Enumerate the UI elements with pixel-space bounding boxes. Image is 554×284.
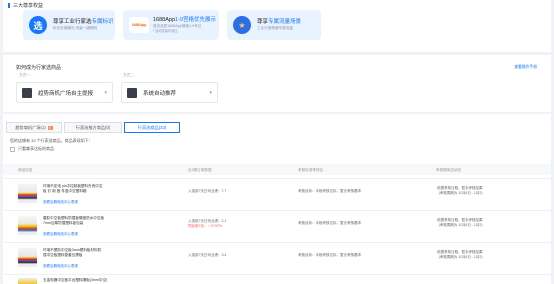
- method1-label: 方式一: [19, 73, 30, 77]
- summary-text: 您的店铺有 33 个行家选商品，商品表现如下：: [10, 138, 93, 143]
- method2-label: 方式二: [123, 73, 134, 77]
- order-metric: 入选前7天日均业绩：3.4: [188, 253, 227, 257]
- table-row: 五金电器中空板平台塑料隔板(3mm中空): [3, 274, 551, 284]
- title-bar-decoration: [8, 3, 10, 8]
- chevron-down-icon: ▾: [104, 90, 107, 96]
- tab-selected-products[interactable]: 行家选商品(33): [124, 122, 180, 133]
- right-2-note: * 活动流量可对比: [153, 29, 178, 34]
- criteria-text: 考核目标：半段考核达标，暂无考核要求: [298, 253, 361, 257]
- benefits-card: 三大尊享权益 选 尊享工业行家选专属标识 标识全域曝光 流量一键倾斜 1688A…: [3, 0, 551, 52]
- criteria-text: 考核目标：半段考核达标，暂无考核要求: [298, 221, 361, 225]
- col-status: 考核期商品状态: [436, 168, 462, 172]
- tab-trend-square[interactable]: 趋势商机广场(1) 新: [6, 122, 62, 133]
- product-thumbnail[interactable]: [18, 216, 37, 235]
- new-badge: 新: [47, 125, 53, 130]
- chevron-down-icon: ▾: [209, 90, 212, 96]
- table-row: 环境不定电 plc中控制板塑料外壳中空板 钉 制 固 件盒中空塑料箱 查看近期商…: [3, 178, 551, 208]
- criteria-text: 考核目标：半段考核达标，暂无考核要求: [298, 189, 361, 193]
- benefits-title-text: 三大尊享权益: [13, 3, 44, 9]
- product-name[interactable]: 环境不定电 plc中控制板塑料外壳中空板 钉 制 固 件盒中空塑料箱: [43, 184, 105, 194]
- product-detail-link[interactable]: 查看近期商品中心表现: [43, 200, 78, 205]
- table-header: [3, 164, 551, 175]
- growth-rate: 同比前7天：↑ 17.97%: [188, 224, 223, 229]
- col-criteria: 考核标准率排名: [298, 168, 324, 172]
- product-name[interactable]: 康胶中空板塑料防撞板硬度防水中空板 7mm加厚防撞塑料板包装: [43, 216, 105, 226]
- right-1-desc: 标识全域曝光 流量一键倾斜: [53, 26, 98, 31]
- product-detail-link[interactable]: 查看近期商品中心表现: [43, 232, 78, 237]
- table-row: 环境不塑胶中空板3mm塑料板材料防 撞中空板塑料整套瓦楞板 查看近期商品中心表现…: [3, 242, 551, 272]
- product-name[interactable]: 五金电器中空板平台塑料隔板(3mm中空): [43, 278, 163, 283]
- benefits-title: 三大尊享权益: [8, 2, 43, 9]
- how-to-title: 如何成为行家选商品: [16, 65, 62, 71]
- page: 三大尊享权益 选 尊享工业行家选专属标识 标识全域曝光 流量一键倾斜 1688A…: [0, 0, 554, 284]
- right-3-desc: 工业行家频道专属流量: [257, 26, 293, 31]
- checkbox-label: 只看尊享达标的商品: [18, 146, 54, 151]
- product-name[interactable]: 环境不塑胶中空板3mm塑料板材料防 撞中空板塑料整套瓦楞板: [43, 248, 105, 258]
- product-thumbnail[interactable]: [18, 184, 37, 203]
- right-card-2: 1688App 1688App1-9宫格优先展示 首页品质1688App搜索1-…: [123, 10, 219, 40]
- col-product-info: 商品信息: [18, 168, 33, 172]
- method2-dropdown[interactable]: 系统自动推荐 ▾: [121, 82, 218, 103]
- method1-dropdown[interactable]: 趋势商机广场自主提报 ▾: [16, 82, 113, 103]
- checkbox[interactable]: [10, 146, 15, 152]
- right-2-title: 1688App1-9宫格优先展示: [153, 16, 216, 23]
- col-order-data: 近8周订单数据: [188, 168, 212, 172]
- table-row: 康胶中空板塑料防撞板硬度防水中空板 7mm加厚防撞塑料板包装 查看近期商品中心表…: [3, 210, 551, 240]
- product-thumbnail[interactable]: [18, 278, 37, 284]
- status-cell: 依据考核日期，暂无考核结果 (考核周期为 11月6日 - 1月2): [437, 250, 483, 260]
- method2-value: 系统自动推荐: [143, 90, 177, 97]
- only-qualified-filter[interactable]: 只看尊享达标的商品: [10, 146, 54, 152]
- order-metric: 入选前7天日均业绩：2.1 同比前7天：↑ 17.97%: [188, 219, 227, 229]
- right-card-3: ★ 尊享专属流量场景 工业行家频道专属流量: [227, 10, 321, 40]
- product-tabs: 趋势商机广场(1) 新 行家选推方商品(0) 行家选商品(33): [6, 122, 182, 133]
- store-icon: [22, 87, 32, 98]
- status-cell: 依据考核日期，暂无考核结果 (考核周期为 11月6日 - 1月2): [437, 218, 483, 228]
- order-metric: 入选前7天日均业绩：7.7: [188, 189, 227, 193]
- auto-recommend-icon: [127, 87, 137, 98]
- xuan-badge-icon: 选: [29, 16, 47, 34]
- tab-recommend-products[interactable]: 行家选推方商品(0): [64, 122, 122, 133]
- app-phone-icon: 1688App: [129, 17, 149, 33]
- status-cell: 依据考核日期，暂无考核结果 (考核周期为 11月6日 - 1月2): [437, 186, 483, 196]
- method1-value: 趋势商机广场自主提报: [38, 90, 94, 97]
- right-card-1: 选 尊享工业行家选专属标识 标识全域曝光 流量一键倾斜: [23, 10, 115, 40]
- trophy-star-icon: ★: [233, 16, 251, 34]
- help-manual-link[interactable]: 查看操作手册: [514, 65, 537, 70]
- product-detail-link[interactable]: 查看近期商品中心表现: [43, 264, 78, 269]
- product-thumbnail[interactable]: [18, 248, 37, 267]
